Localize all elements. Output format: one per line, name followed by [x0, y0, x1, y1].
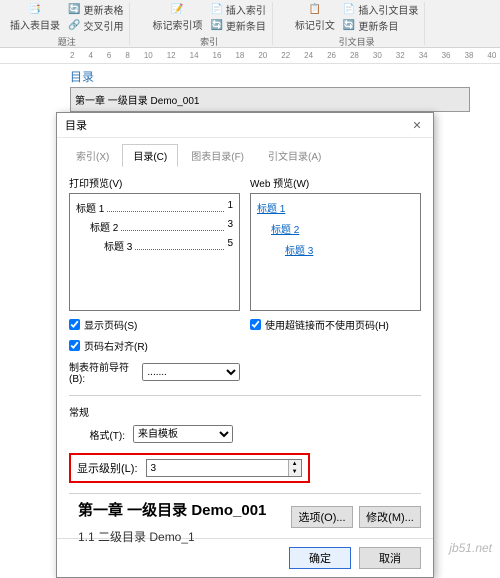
modify-button[interactable]: 修改(M)... — [359, 506, 421, 528]
show-page-numbers-checkbox[interactable] — [69, 319, 80, 330]
print-preview-label: 打印预览(V) — [69, 175, 240, 190]
web-preview-box: 标题 1标题 2标题 3 — [250, 193, 421, 311]
ribbon-group-index: 📝标记索引项 📄插入索引 🔄更新条目 索引 — [146, 2, 272, 45]
tab-authorities[interactable]: 引文目录(A) — [257, 144, 332, 167]
right-align-checkbox[interactable] — [69, 340, 80, 351]
ribbon: 📑插入表目录 🔄更新表格 🔗交叉引用 题注 📝标记索引项 📄插入索引 🔄更新条目… — [0, 0, 500, 48]
ribbon-group-label: 引文目录 — [339, 35, 375, 48]
show-levels-input[interactable] — [147, 460, 288, 476]
ribbon-group-label: 索引 — [200, 35, 218, 48]
print-preview-box: 标题 11标题 23标题 35 — [69, 193, 240, 311]
document-body: 第一章 一级目录 Demo_001 1.1 二级目录 Demo_1 — [78, 499, 266, 545]
tab-leader-label: 制表符前导符(B): — [69, 359, 136, 385]
tab-figures[interactable]: 图表目录(F) — [180, 144, 255, 167]
web-preview-label: Web 预览(W) — [250, 175, 421, 190]
cancel-button[interactable]: 取消 — [359, 547, 421, 569]
mark-citation-button[interactable]: 📋标记引文 — [295, 2, 335, 32]
ruler: 24681012141618202224262830323436384042 — [0, 48, 500, 64]
spin-down-icon[interactable]: ▼ — [289, 468, 301, 476]
insert-citation-toc-button[interactable]: 📄插入引文目录 — [343, 2, 418, 17]
format-label: 格式(T): — [69, 427, 125, 442]
options-button[interactable]: 选项(O)... — [291, 506, 353, 528]
dialog-tabs: 索引(X) 目录(C) 图表目录(F) 引文目录(A) — [57, 138, 433, 167]
tab-toc[interactable]: 目录(C) — [122, 144, 178, 167]
heading-1: 第一章 一级目录 Demo_001 — [78, 499, 266, 520]
update-table-button[interactable]: 🔄更新表格 — [68, 2, 123, 17]
tab-leader-select[interactable]: ....... — [142, 363, 240, 381]
ok-button[interactable]: 确定 — [289, 547, 351, 569]
format-select[interactable]: 来自模板 — [133, 425, 233, 443]
mark-index-entry-button[interactable]: 📝标记索引项 — [152, 2, 202, 32]
ribbon-group-citations: 📋标记引文 📄插入引文目录 🔄更新条目 引文目录 — [289, 2, 425, 45]
dialog-title: 目录 — [65, 117, 87, 133]
toc-title: 目录 — [70, 68, 470, 85]
close-icon[interactable]: ✕ — [409, 117, 425, 133]
cross-reference-button[interactable]: 🔗交叉引用 — [68, 18, 123, 33]
ribbon-group-captions: 📑插入表目录 🔄更新表格 🔗交叉引用 题注 — [4, 2, 130, 45]
spin-up-icon[interactable]: ▲ — [289, 460, 301, 468]
insert-index-button[interactable]: 📄插入索引 — [210, 2, 265, 17]
dialog-titlebar: 目录 ✕ — [57, 113, 433, 138]
watermark: jb51.net — [449, 541, 492, 555]
update-index-button[interactable]: 🔄更新条目 — [210, 18, 265, 33]
ribbon-group-label: 题注 — [58, 35, 76, 48]
tab-index[interactable]: 索引(X) — [65, 144, 120, 167]
toc-field[interactable]: 第一章 一级目录 Demo_001 — [70, 87, 470, 112]
update-citation-button[interactable]: 🔄更新条目 — [343, 18, 418, 33]
levels-label: 显示级别(L): — [77, 460, 138, 476]
use-hyperlinks-checkbox[interactable] — [250, 319, 261, 330]
heading-2: 1.1 二级目录 Demo_1 — [78, 528, 266, 545]
highlight-box: 显示级别(L): ▲▼ — [69, 453, 310, 483]
general-section-label: 常规 — [69, 404, 421, 419]
insert-table-toc-button[interactable]: 📑插入表目录 — [10, 2, 60, 32]
